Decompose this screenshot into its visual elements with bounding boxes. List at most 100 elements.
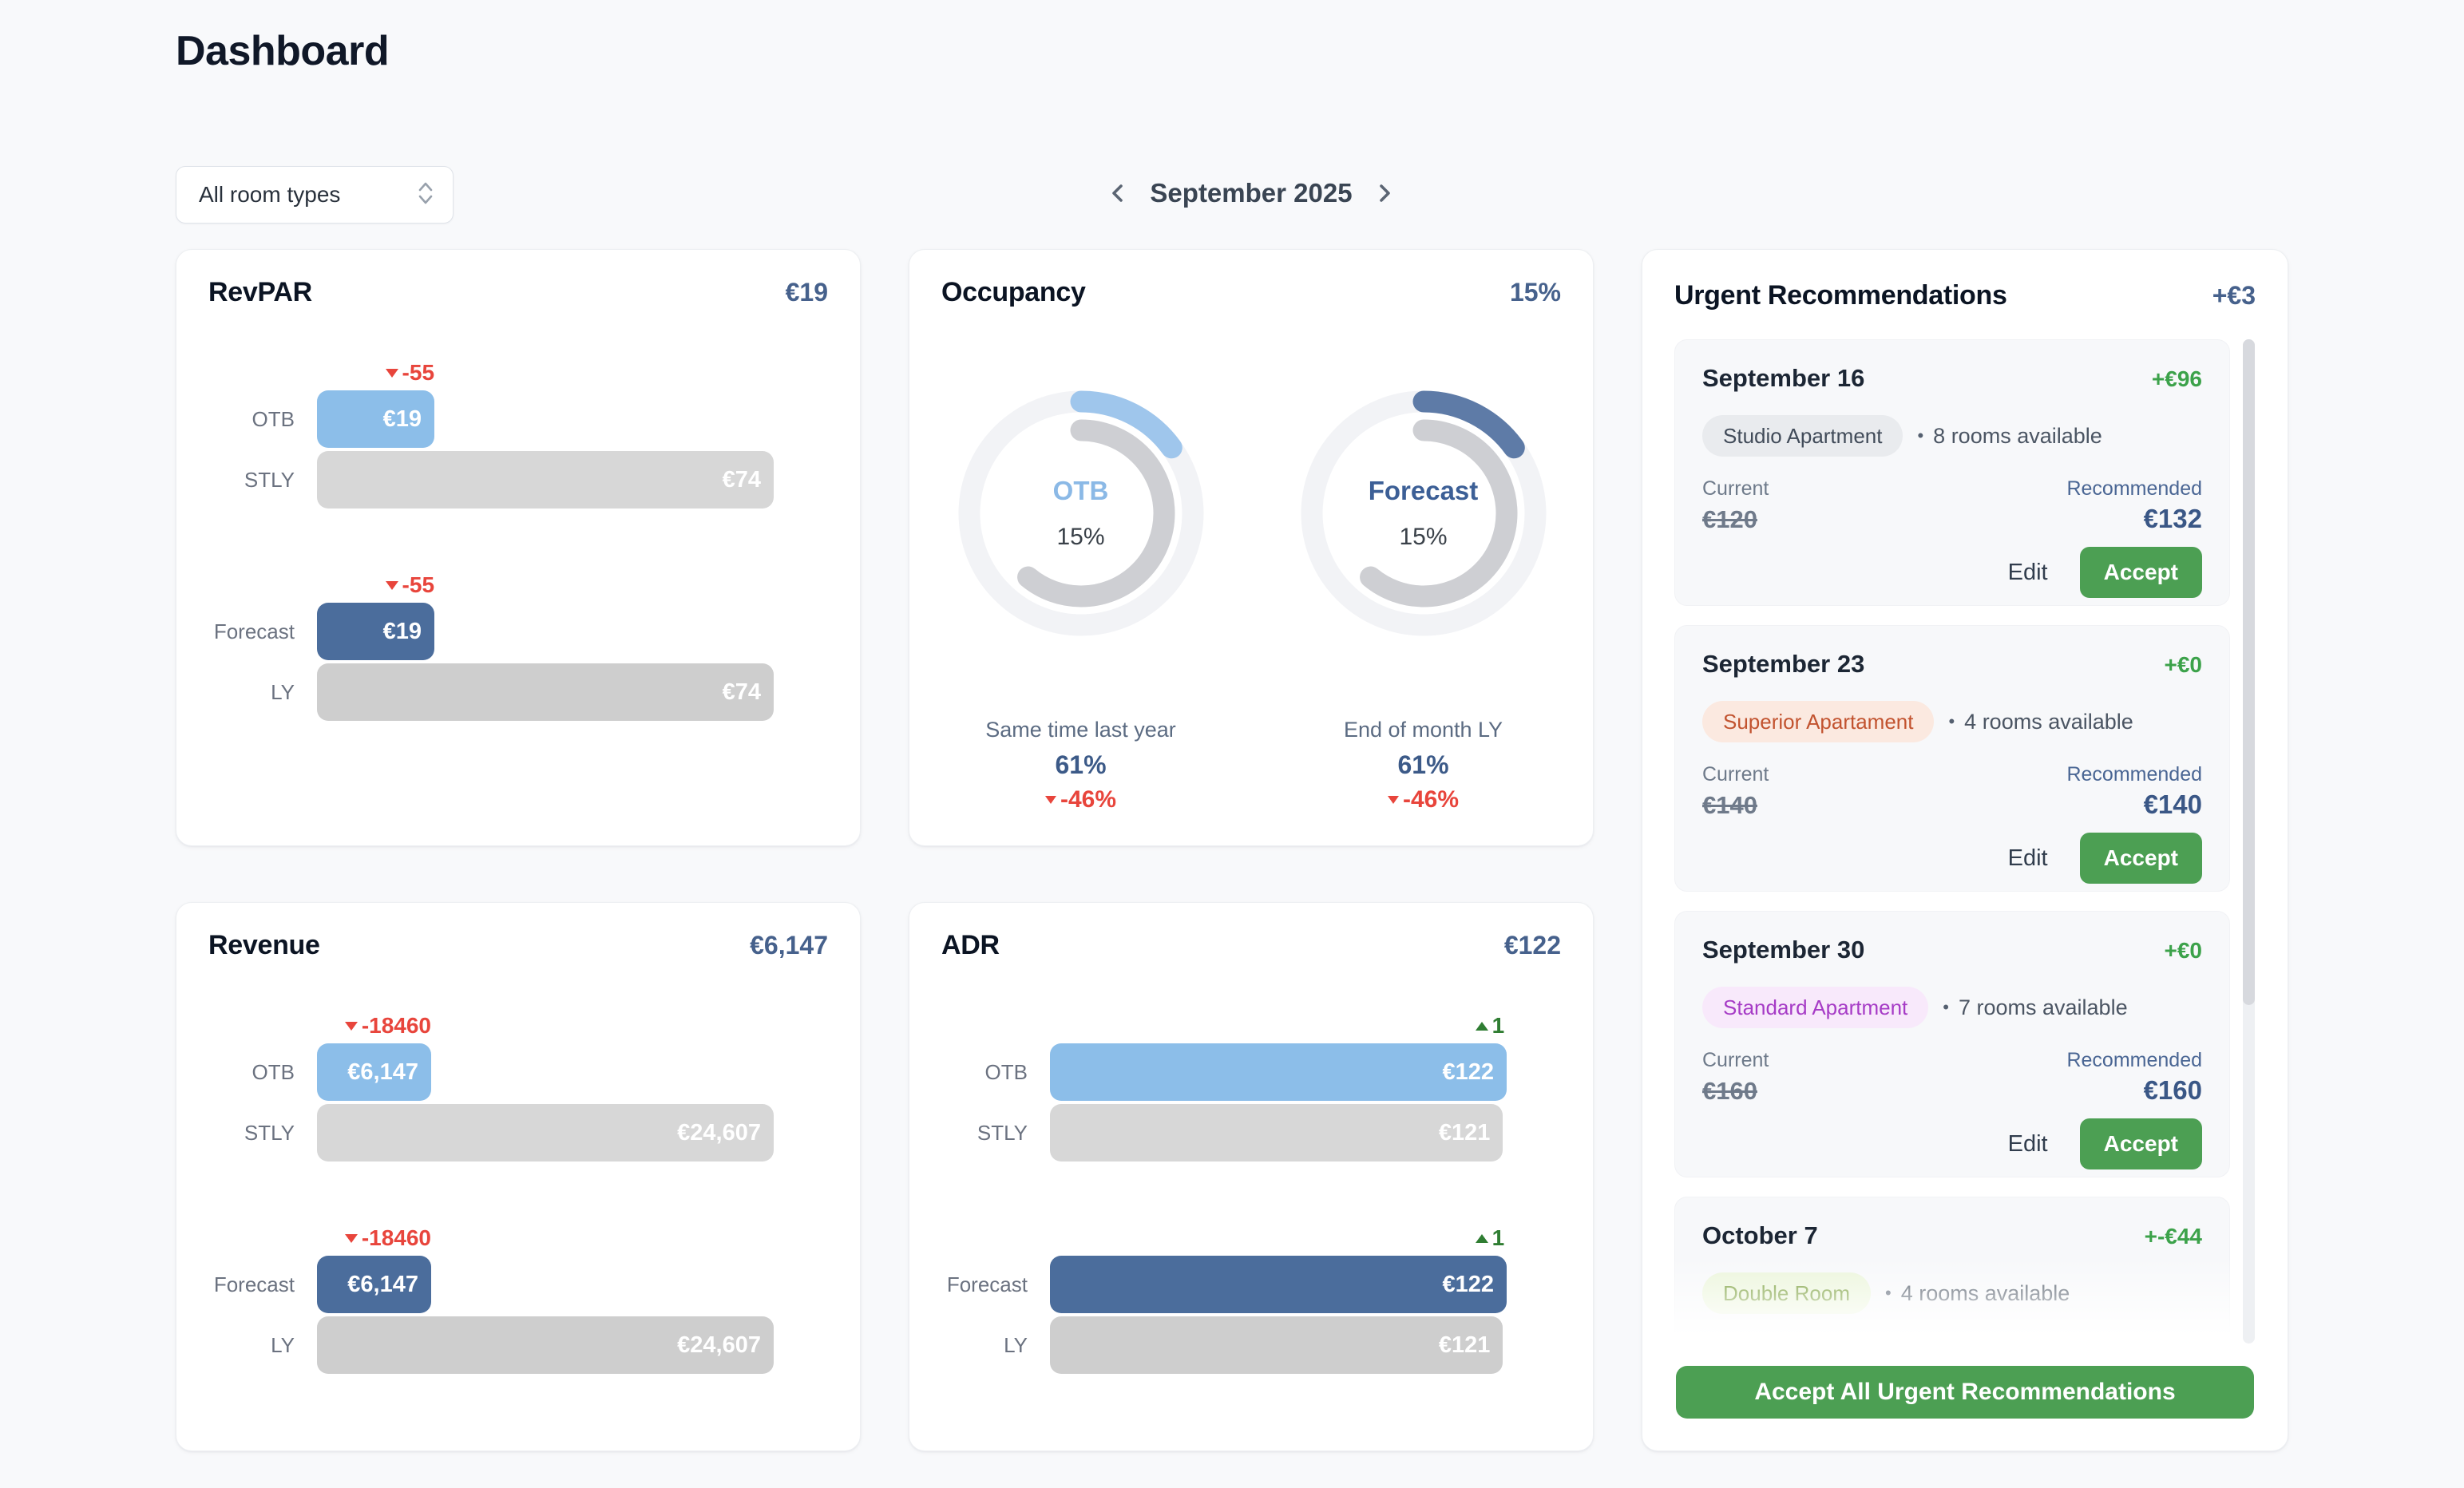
bullet-separator: • [1885, 1283, 1892, 1304]
revpar-ly-bar: €74 [317, 663, 774, 721]
urgent-title: Urgent Recommendations [1674, 280, 2007, 311]
recommended-price: €132 [2144, 504, 2202, 534]
row-label: LY [941, 1316, 1028, 1374]
revenue-otb-bar: €6,147 [317, 1043, 431, 1101]
adr-otb-delta: 1 [1476, 1013, 1505, 1039]
revpar-header-value: €19 [786, 278, 828, 307]
row-label: LY [208, 1316, 295, 1374]
prev-month-button[interactable] [1095, 171, 1140, 216]
current-price: €160 [1702, 1077, 1757, 1106]
triangle-down-icon [386, 581, 398, 590]
revpar-chart: -55 OTB €19 STLY €74 -55 Forecast €19 LY… [208, 358, 830, 726]
row-label: Forecast [941, 1256, 1028, 1313]
revpar-forecast-delta: -55 [386, 572, 434, 598]
revpar-stly-bar: €74 [317, 451, 774, 509]
triangle-down-icon [1045, 796, 1056, 804]
triangle-down-icon [386, 369, 398, 378]
adr-forecast-bar: €122 [1050, 1256, 1507, 1313]
urgent-recommendations-panel: Urgent Recommendations +€3 September 16 … [1642, 249, 2288, 1451]
chevron-left-icon [1103, 179, 1132, 208]
rooms-available: 7 rooms available [1959, 995, 2128, 1020]
room-type-badge: Superior Apartament [1702, 701, 1934, 742]
recommendations-scroll-area[interactable]: September 16 +€96 Studio Apartment • 8 r… [1674, 339, 2230, 1344]
gauge-footnote: End of month LY [1252, 718, 1594, 742]
edit-button[interactable]: Edit [2008, 845, 2048, 872]
select-stepper-icon [416, 180, 435, 211]
accept-button[interactable]: Accept [2080, 547, 2202, 598]
next-month-button[interactable] [1362, 171, 1407, 216]
room-type-badge: Double Room [1702, 1272, 1871, 1314]
recommendation-date: October 7 [1702, 1221, 1818, 1250]
current-price: €120 [1702, 505, 1757, 534]
accept-button[interactable]: Accept [2080, 833, 2202, 884]
adr-stly-bar: €121 [1050, 1104, 1503, 1162]
recommendation-delta: +€0 [2165, 938, 2203, 964]
recommended-label: Recommended [2066, 763, 2202, 786]
gauge-delta: -46% [1252, 786, 1594, 813]
recommendation-delta: +-€44 [2145, 1224, 2202, 1249]
room-type-select[interactable]: All room types [176, 166, 454, 224]
revpar-card: RevPAR €19 -55 OTB €19 STLY €74 -55 Fore… [176, 249, 861, 846]
recommendation-card: October 7 +-€44 Double Room • 4 rooms av… [1674, 1197, 2230, 1344]
triangle-down-icon [345, 1022, 358, 1031]
revenue-stly-bar: €24,607 [317, 1104, 774, 1162]
revenue-ly-bar: €24,607 [317, 1316, 774, 1374]
adr-forecast-delta: 1 [1476, 1225, 1505, 1251]
occupancy-otb-gauge: OTB 15% Same time last year 61% -46% [909, 386, 1252, 813]
gauge-value: 15% [1056, 524, 1104, 551]
row-label: OTB [208, 1043, 295, 1101]
scrollbar-track[interactable] [2243, 339, 2255, 1344]
accept-all-button[interactable]: Accept All Urgent Recommendations [1676, 1366, 2254, 1419]
gauge-compare-value: 61% [909, 750, 1252, 780]
adr-card: ADR €122 1 OTB €122 STLY €121 1 Forecast… [909, 902, 1594, 1451]
bullet-separator: • [1943, 997, 1949, 1018]
urgent-total-delta: +€3 [2212, 281, 2256, 311]
edit-button[interactable]: Edit [2008, 1131, 2048, 1158]
room-type-badge: Studio Apartment [1702, 415, 1903, 457]
recommendation-card: September 16 +€96 Studio Apartment • 8 r… [1674, 339, 2230, 606]
adr-chart: 1 OTB €122 STLY €121 1 Forecast €122 LY … [941, 1011, 1563, 1379]
recommendation-delta: +€0 [2165, 652, 2203, 678]
current-price: €140 [1702, 791, 1757, 820]
edit-button[interactable]: Edit [2008, 560, 2048, 586]
bullet-separator: • [1917, 425, 1923, 446]
row-label: STLY [208, 451, 295, 509]
recommendation-date: September 30 [1702, 936, 1864, 964]
recommendation-date: September 23 [1702, 650, 1864, 679]
current-label: Current [1702, 477, 1769, 501]
current-label: Current [1702, 1049, 1769, 1072]
recommended-price: €140 [2144, 790, 2202, 820]
scrollbar-thumb[interactable] [2243, 339, 2255, 1005]
page-title: Dashboard [176, 27, 389, 75]
gauge-compare-value: 61% [1252, 750, 1594, 780]
month-navigation: September 2025 [1095, 168, 1407, 219]
adr-otb-bar: €122 [1050, 1043, 1507, 1101]
recommendation-delta: +€96 [2152, 366, 2202, 392]
month-label: September 2025 [1150, 178, 1352, 208]
rooms-available: 4 rooms available [1901, 1281, 2070, 1306]
row-label: LY [208, 663, 295, 721]
current-label: Current [1702, 763, 1769, 786]
gauge-footnote: Same time last year [909, 718, 1252, 742]
revpar-otb-bar: €19 [317, 390, 434, 448]
gauge-label: OTB [1053, 476, 1109, 506]
occupancy-header-value: 15% [1510, 278, 1561, 307]
recommendation-card: September 23 +€0 Superior Apartament • 4… [1674, 625, 2230, 892]
revenue-header-value: €6,147 [750, 931, 828, 960]
room-type-select-value: All room types [199, 182, 416, 208]
triangle-up-icon [1476, 1234, 1488, 1243]
recommended-label: Recommended [2066, 1049, 2202, 1072]
adr-ly-bar: €121 [1050, 1316, 1503, 1374]
bullet-separator: • [1948, 711, 1955, 732]
gauge-delta: -46% [909, 786, 1252, 813]
revpar-title: RevPAR [208, 277, 312, 308]
row-label: OTB [941, 1043, 1028, 1101]
chevron-right-icon [1370, 179, 1399, 208]
row-label: STLY [208, 1104, 295, 1162]
accept-button[interactable]: Accept [2080, 1118, 2202, 1169]
triangle-down-icon [345, 1234, 358, 1243]
row-label: Forecast [208, 603, 295, 660]
gauge-value: 15% [1399, 524, 1447, 551]
gauge-label: Forecast [1369, 476, 1479, 506]
adr-title: ADR [941, 930, 1000, 961]
